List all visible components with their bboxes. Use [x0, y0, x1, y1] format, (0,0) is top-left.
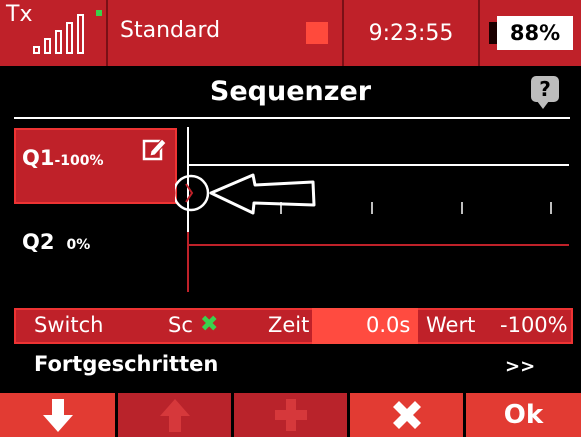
annotation-arrow-icon [209, 173, 316, 215]
graph-tick-label: 4 [555, 200, 565, 218]
time-value[interactable]: 0.0s [366, 313, 410, 337]
page-title: Sequenzer [209, 76, 372, 107]
edit-icon[interactable] [142, 136, 168, 162]
advanced-arrow[interactable]: >> [505, 356, 535, 377]
model-name: Standard [120, 18, 221, 43]
add-button[interactable] [234, 393, 347, 437]
battery-cell: 88% [480, 0, 581, 66]
switch-label: Switch [34, 313, 104, 337]
ok-label: Ok [503, 400, 544, 430]
model-cell[interactable]: Standard [108, 0, 344, 66]
tx-signal-cell: Tx [0, 0, 108, 66]
sequence-value: 0% [66, 237, 91, 253]
delete-button[interactable] [350, 393, 463, 437]
plus-icon [274, 399, 307, 431]
help-icon[interactable]: ? [531, 76, 559, 109]
time-label: Zeit [268, 313, 310, 337]
sequence-q2-label[interactable]: Q2 0% [22, 230, 90, 254]
battery-terminal-icon [489, 22, 497, 44]
graph-tick-label: 2 [376, 200, 386, 218]
arrow-up-icon [159, 399, 190, 432]
down-button[interactable] [0, 393, 115, 437]
battery-percent: 88% [509, 21, 561, 45]
graph-tick-label: 3 [466, 200, 476, 218]
sequence-value: -100% [54, 153, 104, 169]
sequence-graph: 1 2 3 4 [175, 127, 569, 292]
arrow-down-icon [42, 399, 73, 432]
title-divider [14, 117, 570, 119]
x-icon [392, 401, 421, 429]
value-value[interactable]: -100% [500, 313, 568, 337]
ok-button[interactable]: Ok [466, 393, 581, 437]
tx-active-dot-icon [96, 10, 102, 16]
sequence-q1-label[interactable]: Q1-100% [22, 146, 104, 170]
tx-label: Tx [6, 2, 33, 27]
x-mark-icon: ✖ [200, 312, 219, 337]
time-cell: 9:23:55 [344, 0, 480, 66]
clock-time: 9:23:55 [368, 20, 454, 46]
up-button[interactable] [118, 393, 231, 437]
model-indicator-icon [306, 22, 328, 44]
sequence-name: Q1 [22, 146, 55, 170]
signal-bars-icon [33, 12, 97, 54]
switch-value[interactable]: Sc [168, 313, 193, 337]
value-label: Wert [426, 313, 476, 337]
advanced-label[interactable]: Fortgeschritten [34, 352, 218, 376]
sequence-name: Q2 [22, 230, 55, 254]
